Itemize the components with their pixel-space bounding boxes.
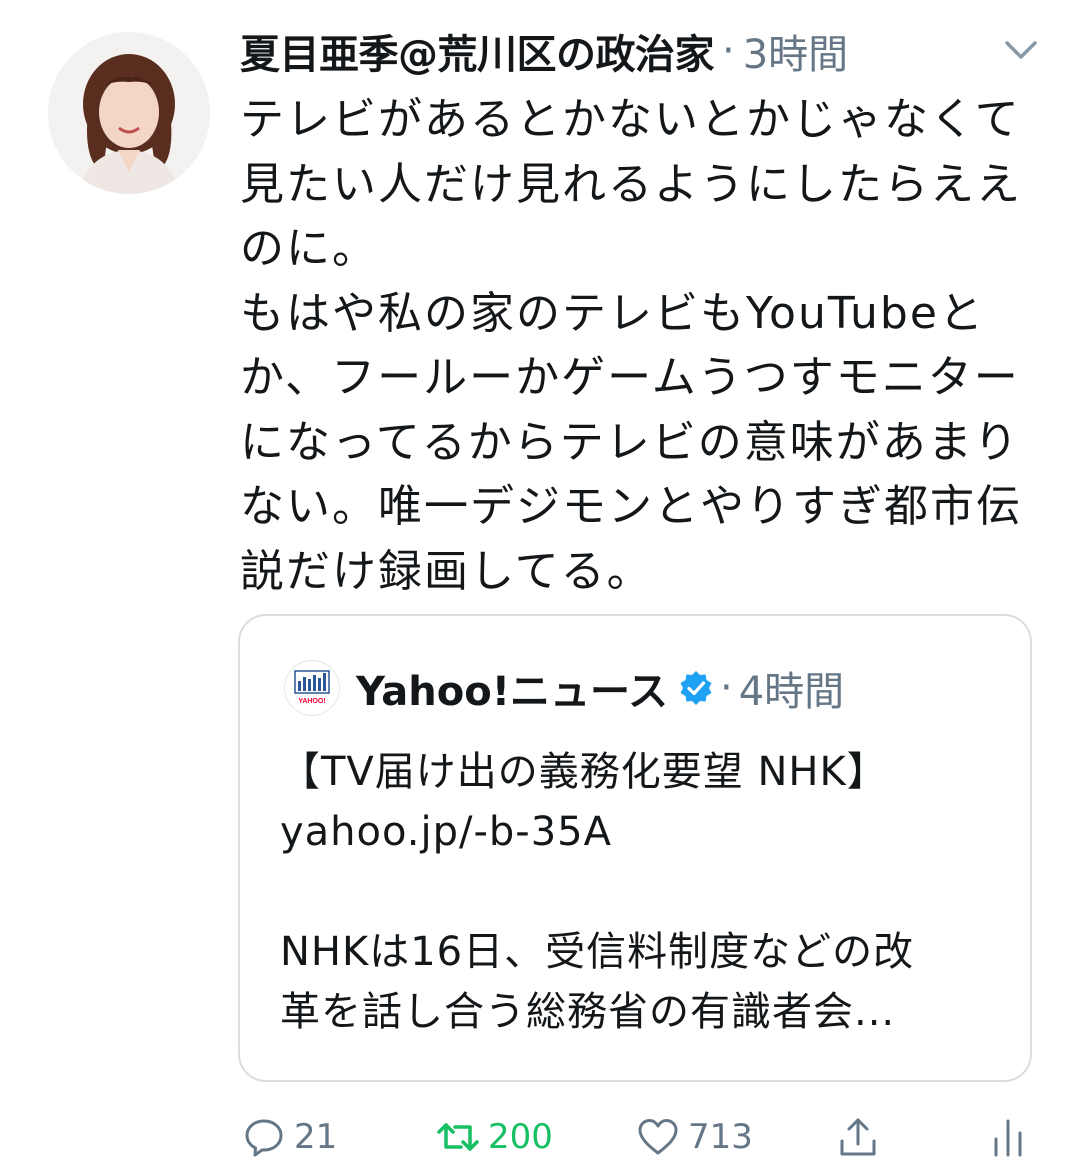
tweet-action-bar: 21 200 713 (0, 1112, 1080, 1162)
quoted-text-line (280, 862, 1000, 922)
quoted-timestamp: 4時間 (738, 669, 845, 715)
quoted-text-line: NHKは16日、受信料制度などの改 (280, 929, 915, 975)
chevron-down-icon[interactable] (1003, 38, 1039, 62)
yahoo-news-logo: YAHOO! (285, 661, 339, 715)
quoted-tweet-header: YAHOO! Yahoo!ニュース · 4時間 (284, 660, 844, 716)
meta-separator: · (722, 28, 735, 74)
tweet-header: 夏目亜季@荒川区の政治家 · 3時間 (240, 22, 1060, 80)
tweet-text-line: になってるからテレビの意味があまり (240, 416, 1020, 468)
reply-icon (245, 1119, 283, 1157)
heart-icon (638, 1119, 678, 1155)
svg-text:YAHOO!: YAHOO! (298, 698, 325, 705)
quoted-tweet-text: 【TV届け出の義務化要望 NHK】 yahoo.jp/-b-35A NHKは16… (280, 742, 1000, 1042)
avatar-photo (48, 32, 210, 194)
author-avatar[interactable] (48, 32, 210, 194)
retweet-icon (437, 1123, 479, 1151)
tweet-text-line: 見たい人だけ見れるようにしたらええ (240, 158, 1022, 210)
quoted-text-line: 【TV届け出の義務化要望 NHK】 (280, 749, 888, 795)
tweet-text-line: 説だけ録画してる。 (240, 545, 653, 597)
quoted-link[interactable]: yahoo.jp/-b-35A (280, 802, 1000, 862)
tweet-text-line: もはや私の家のテレビもYouTubeと (240, 287, 985, 339)
reply-button[interactable]: 21 (242, 1112, 337, 1162)
analytics-icon (994, 1119, 1022, 1157)
share-icon (840, 1118, 876, 1156)
quoted-author-name[interactable]: Yahoo!ニュース (356, 659, 668, 717)
quoted-author-avatar[interactable]: YAHOO! (284, 660, 340, 716)
quoted-meta-separator: · (719, 665, 733, 711)
like-button[interactable]: 713 (636, 1112, 753, 1162)
analytics-button[interactable] (986, 1112, 1038, 1162)
retweet-count: 200 (488, 1117, 553, 1157)
tweet-text-line: テレビがあるとかないとかじゃなくて (240, 94, 1021, 145)
share-button[interactable] (836, 1112, 888, 1162)
author-name[interactable]: 夏目亜季@荒川区の政治家 (240, 22, 715, 80)
quoted-text-line: 革を話し合う総務省の有識者会... (280, 989, 896, 1035)
tweet-text-line: のに。 (240, 223, 378, 274)
retweet-button[interactable]: 200 (436, 1112, 553, 1162)
tweet-text: テレビがあるとかないとかじゃなくて 見たい人だけ見れるようにしたらええ のに。 … (240, 88, 1040, 604)
tweet-timestamp[interactable]: 3時間 (743, 22, 848, 80)
quoted-tweet-card[interactable]: YAHOO! Yahoo!ニュース · 4時間 【TV届け出の義務化要望 NHK… (238, 614, 1032, 1082)
tweet-text-line: か、フールーかゲームうつすモニター (240, 352, 1020, 403)
verified-badge-icon (680, 671, 712, 705)
reply-count: 21 (294, 1117, 338, 1157)
tweet-text-line: ない。唯一デジモンとやりすぎ都市伝 (240, 481, 1022, 532)
like-count: 713 (688, 1117, 753, 1157)
